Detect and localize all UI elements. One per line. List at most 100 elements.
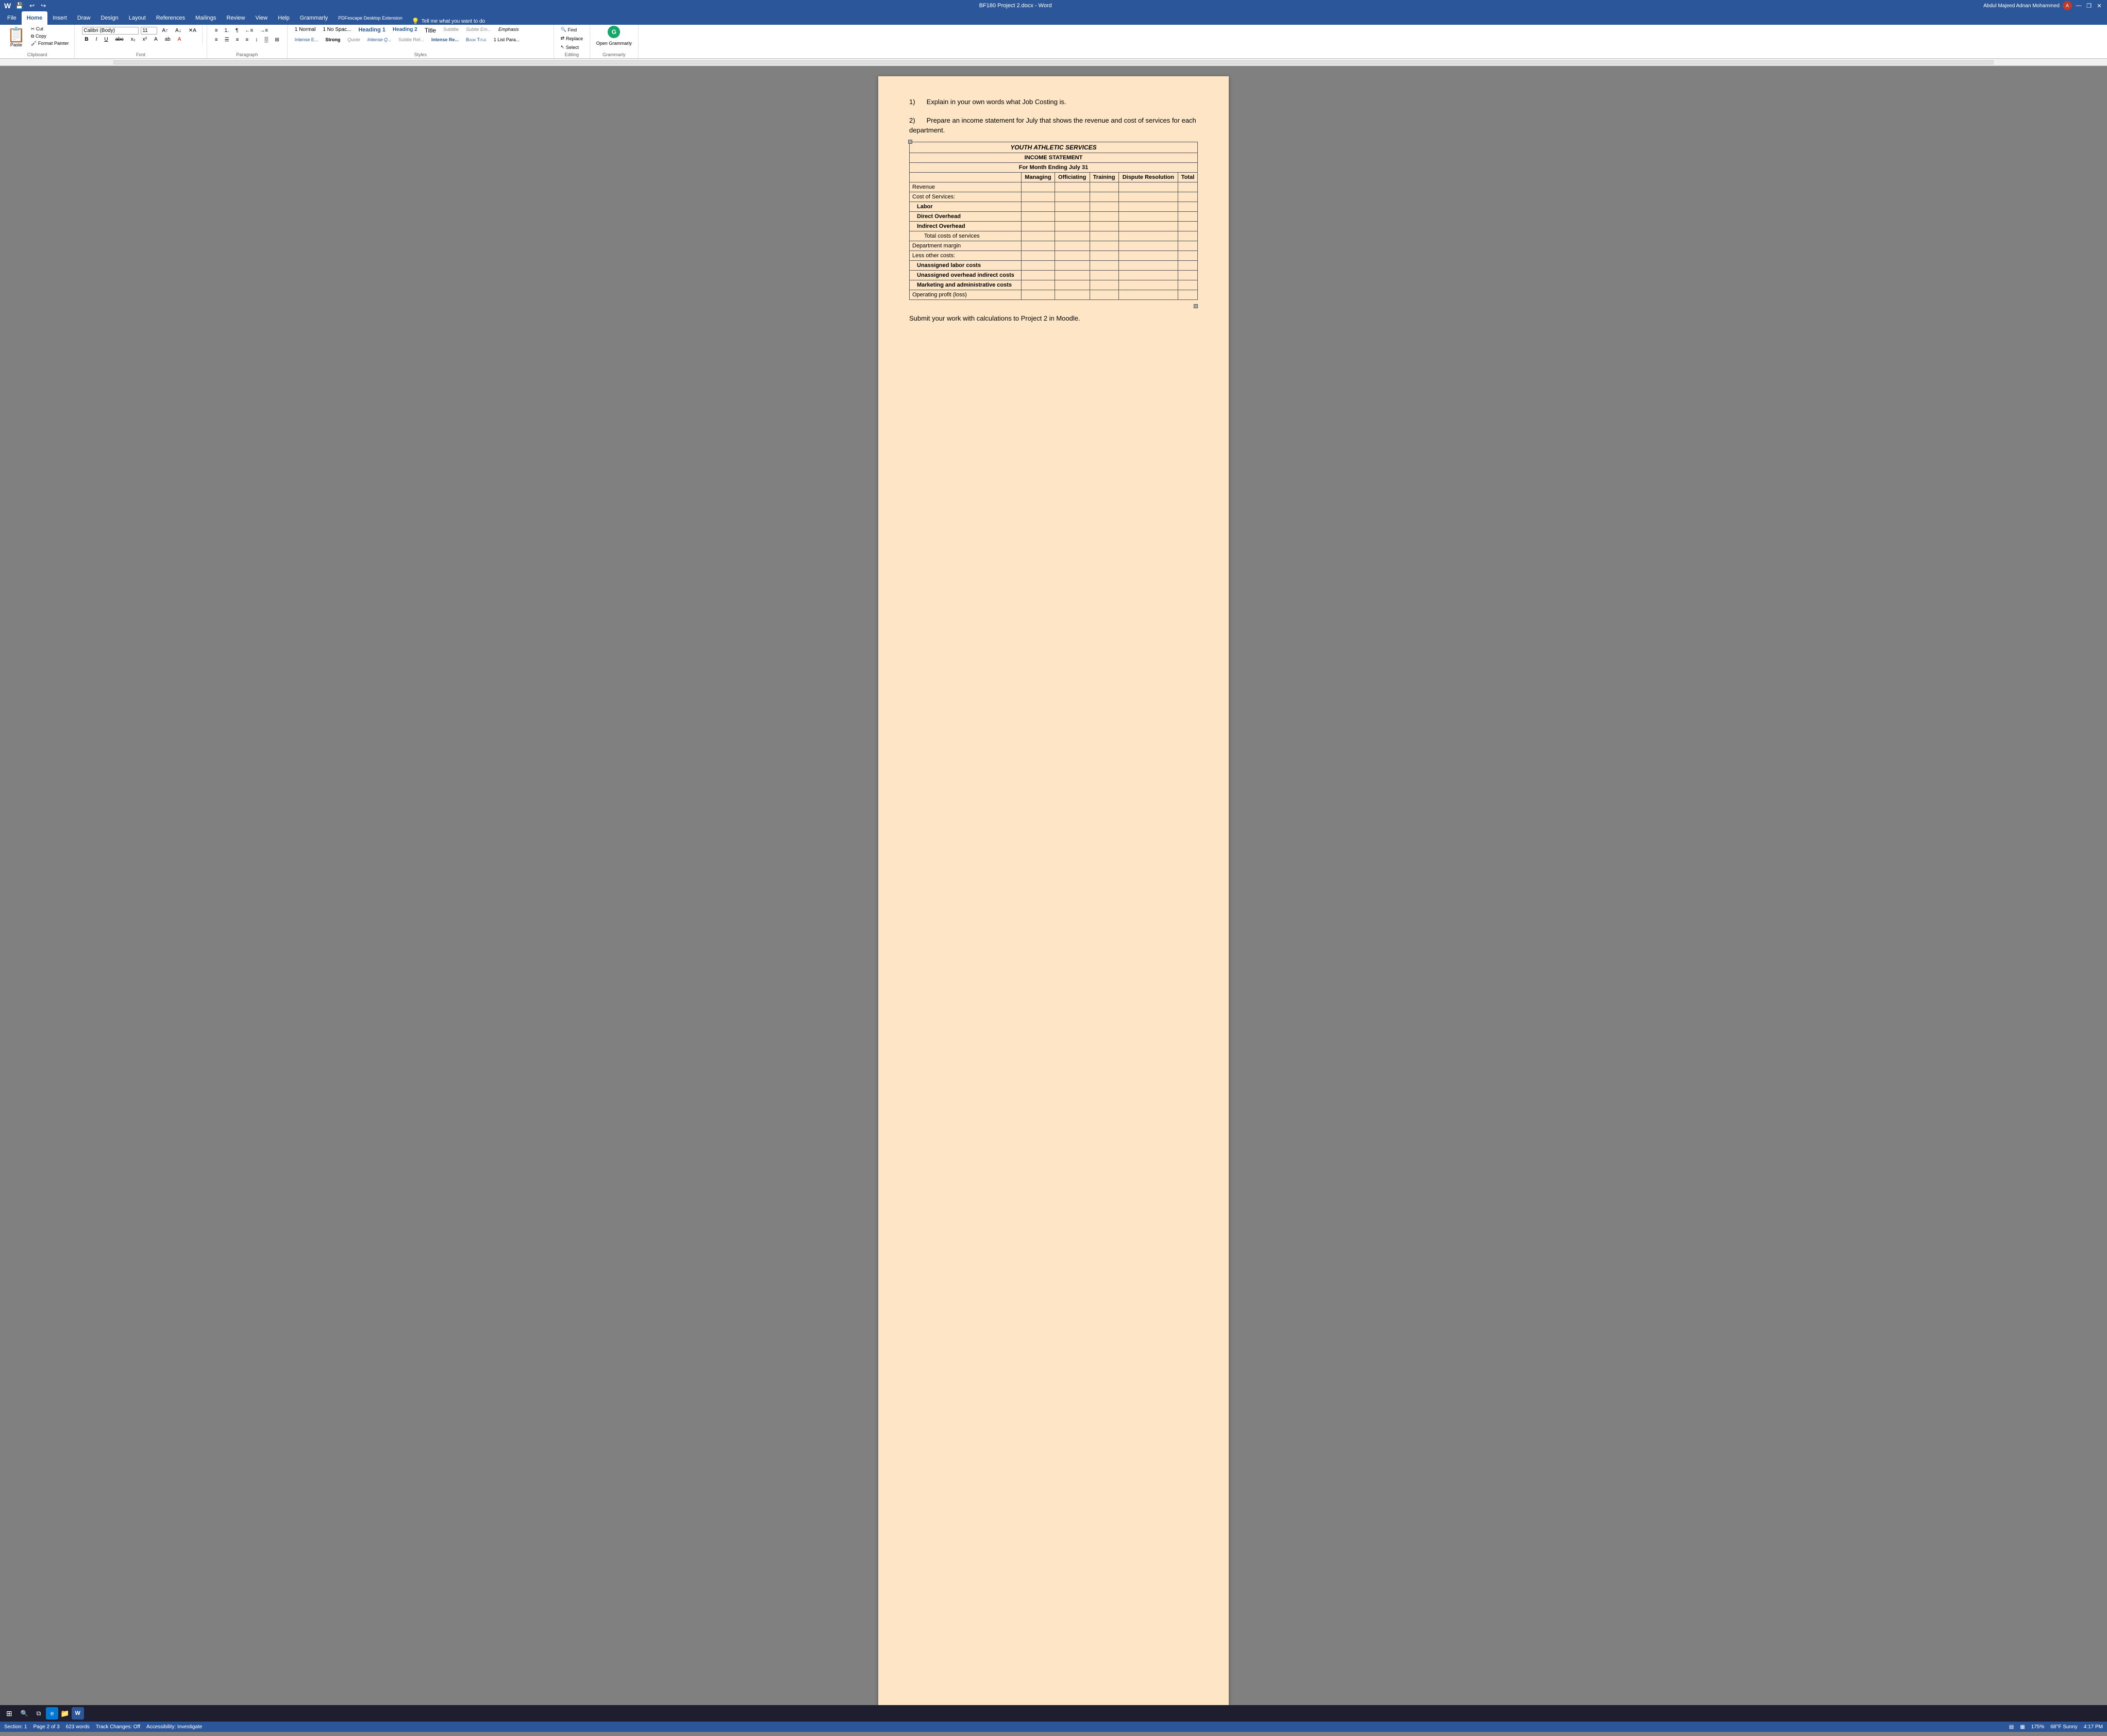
table-resize-handle-bottom[interactable] [1194,304,1198,308]
unassigned-overhead-officiating[interactable] [1055,270,1090,280]
align-center-button[interactable]: ☰ [222,36,232,44]
restore-button[interactable]: ❐ [2085,2,2093,9]
increase-indent-button[interactable]: →≡ [257,27,271,35]
operating-profit-training[interactable] [1090,290,1118,299]
replace-button[interactable]: ⇄ Replace [558,35,585,42]
open-grammarly-button[interactable]: Open Grammarly [594,40,634,47]
less-other-officiating[interactable] [1055,251,1090,260]
tab-grammarly[interactable]: Grammarly [295,11,333,25]
minimize-button[interactable]: — [2075,2,2082,9]
tell-me-bar[interactable]: 💡 Tell me what you want to do [408,18,2107,25]
dept-margin-training[interactable] [1090,241,1118,251]
tab-design[interactable]: Design [95,11,123,25]
direct-overhead-officiating[interactable] [1055,211,1090,221]
unassigned-overhead-managing[interactable] [1022,270,1055,280]
text-highlight-button[interactable]: ab [162,36,173,43]
revenue-dispute[interactable] [1118,182,1178,192]
tab-review[interactable]: Review [221,11,250,25]
multilevel-list-button[interactable]: ¶ [233,27,241,35]
close-button[interactable]: ✕ [2096,2,2103,9]
indirect-overhead-training[interactable] [1090,221,1118,231]
revenue-total[interactable] [1178,182,1198,192]
style-intense-e[interactable]: Intense E... [292,36,322,43]
style-intense-re[interactable]: Intense Re... [428,36,462,43]
unassigned-labor-dispute[interactable] [1118,260,1178,270]
select-button[interactable]: ↖ Select [558,43,585,51]
cut-button[interactable]: ✂ Cut [29,26,70,32]
less-other-managing[interactable] [1022,251,1055,260]
total-costs-total[interactable] [1178,231,1198,241]
justify-button[interactable]: ≡ [243,36,251,44]
style-no-space[interactable]: 1 No Spac... [320,26,354,35]
view-normal-icon[interactable]: ▤ [2009,1724,2014,1730]
style-subtle-em[interactable]: Subtle Em... [463,26,494,35]
style-normal[interactable]: 1 Normal [292,26,319,35]
direct-overhead-total[interactable] [1178,211,1198,221]
indirect-overhead-officiating[interactable] [1055,221,1090,231]
align-right-button[interactable]: ≡ [233,36,242,44]
clear-formatting-button[interactable]: ✕A [186,27,199,35]
status-accessibility[interactable]: Accessibility: Investigate [146,1724,202,1730]
style-list-para[interactable]: 1 List Para... [491,36,523,43]
italic-button[interactable]: I [93,36,100,43]
direct-overhead-training[interactable] [1090,211,1118,221]
document-page[interactable]: 1) Explain in your own words what Job Co… [878,76,1229,1726]
cost-services-total[interactable] [1178,192,1198,202]
paste-button[interactable]: 📋 Paste [4,26,28,49]
tab-view[interactable]: View [250,11,273,25]
style-strong[interactable]: Strong [322,36,343,43]
dept-margin-managing[interactable] [1022,241,1055,251]
dept-margin-dispute[interactable] [1118,241,1178,251]
format-painter-button[interactable]: 🖌 Format Painter [29,40,70,47]
copy-button[interactable]: ⧉ Copy [29,33,70,40]
style-intense-q[interactable]: Intense Q... [364,36,395,43]
tab-mailings[interactable]: Mailings [190,11,221,25]
less-other-training[interactable] [1090,251,1118,260]
bullets-button[interactable]: ≡ [212,27,221,35]
revenue-managing[interactable] [1022,182,1055,192]
direct-overhead-managing[interactable] [1022,211,1055,221]
marketing-dispute[interactable] [1118,280,1178,290]
underline-button[interactable]: U [102,36,110,43]
unassigned-overhead-dispute[interactable] [1118,270,1178,280]
marketing-training[interactable] [1090,280,1118,290]
line-spacing-button[interactable]: ↕ [253,36,260,44]
quick-access-redo[interactable]: ↪ [39,2,47,10]
operating-profit-total[interactable] [1178,290,1198,299]
indirect-overhead-total[interactable] [1178,221,1198,231]
dept-margin-officiating[interactable] [1055,241,1090,251]
indirect-overhead-dispute[interactable] [1118,221,1178,231]
unassigned-overhead-total[interactable] [1178,270,1198,280]
marketing-total[interactable] [1178,280,1198,290]
tab-pdfescape[interactable]: PDFescape Desktop Extension [333,11,408,25]
subscript-button[interactable]: x₂ [128,36,138,43]
font-family-input[interactable] [82,27,139,35]
less-other-dispute[interactable] [1118,251,1178,260]
labor-training[interactable] [1090,202,1118,211]
revenue-training[interactable] [1090,182,1118,192]
revenue-officiating[interactable] [1055,182,1090,192]
unassigned-labor-training[interactable] [1090,260,1118,270]
superscript-button[interactable]: x² [140,36,149,43]
view-web-icon[interactable]: ▦ [2020,1724,2025,1730]
cost-services-officiating[interactable] [1055,192,1090,202]
style-subtitle[interactable]: Subtitle [440,26,462,35]
cost-services-dispute[interactable] [1118,192,1178,202]
unassigned-labor-managing[interactable] [1022,260,1055,270]
less-other-total[interactable] [1178,251,1198,260]
style-quote[interactable]: Quote [344,36,363,43]
font-size-decrease[interactable]: A↓ [173,27,184,35]
tab-home[interactable]: Home [22,11,48,25]
word-taskbar[interactable]: W [72,1707,84,1720]
marketing-managing[interactable] [1022,280,1055,290]
tab-file[interactable]: File [2,11,22,25]
tab-layout[interactable]: Layout [124,11,151,25]
total-costs-officiating[interactable] [1055,231,1090,241]
style-title[interactable]: Title [422,26,439,35]
marketing-officiating[interactable] [1055,280,1090,290]
indirect-overhead-managing[interactable] [1022,221,1055,231]
tab-references[interactable]: References [151,11,190,25]
operating-profit-officiating[interactable] [1055,290,1090,299]
font-color-button[interactable]: A [175,36,184,43]
unassigned-overhead-training[interactable] [1090,270,1118,280]
